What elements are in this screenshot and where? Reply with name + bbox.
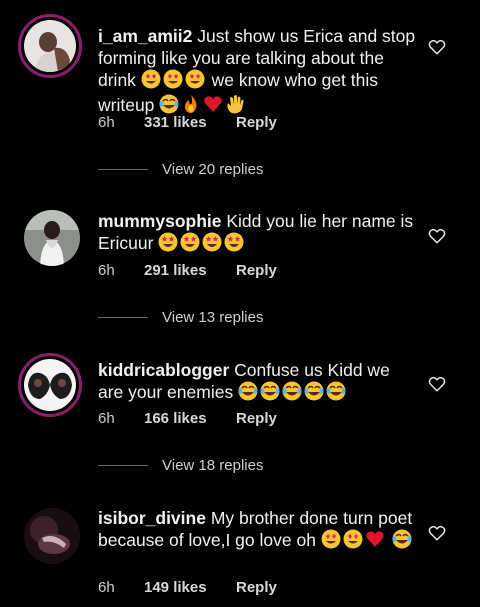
comment-time: 6h <box>98 114 115 131</box>
heart-eyes-emoji <box>141 69 207 94</box>
red-heart-emoji <box>366 531 384 547</box>
comment-time: 6h <box>98 410 115 427</box>
comment-meta: 6h 331 likes Reply <box>98 114 277 131</box>
view-replies-button[interactable]: View 13 replies <box>98 309 263 326</box>
avatar-image <box>24 20 76 72</box>
avatar-image <box>24 210 80 266</box>
tears-of-joy-emoji <box>238 381 348 406</box>
like-count[interactable]: 166 likes <box>144 410 236 427</box>
reply-button[interactable]: Reply <box>236 410 277 427</box>
comment-username[interactable]: isibor_divine <box>98 508 206 528</box>
avatar-image <box>24 508 80 564</box>
reply-button[interactable]: Reply <box>236 114 277 131</box>
view-replies-label: View 20 replies <box>162 161 264 178</box>
replies-divider <box>98 465 148 466</box>
heart-eyes-emoji <box>321 529 341 549</box>
reply-button[interactable]: Reply <box>236 262 277 279</box>
comment-text: kiddricablogger Confuse us Kidd we are y… <box>98 359 416 406</box>
comment-username[interactable]: mummysophie <box>98 211 222 231</box>
comment-meta: 6h 149 likes Reply <box>98 579 277 596</box>
star-struck-emoji <box>158 232 246 257</box>
like-count[interactable]: 149 likes <box>144 579 236 596</box>
comment-username[interactable]: i_am_amii2 <box>98 26 192 46</box>
reply-button[interactable]: Reply <box>236 579 277 596</box>
comment-text: i_am_amii2 Just show us Erica and stop f… <box>98 25 416 119</box>
heart-outline-icon[interactable] <box>428 227 446 245</box>
red-heart-emoji <box>204 96 222 112</box>
fire-emoji <box>185 95 197 113</box>
comment-time: 6h <box>98 262 115 279</box>
comment-meta: 6h 166 likes Reply <box>98 410 277 427</box>
comment-username[interactable]: kiddricablogger <box>98 360 229 380</box>
like-count[interactable]: 331 likes <box>144 114 236 131</box>
emoji-group <box>321 529 387 554</box>
comment-text: isibor_divine My brother done turn poet … <box>98 507 416 554</box>
heart-outline-icon[interactable] <box>428 38 446 56</box>
replies-divider <box>98 317 148 318</box>
avatar[interactable] <box>24 508 80 564</box>
heart-eyes-emoji <box>343 529 363 549</box>
comment-time: 6h <box>98 579 115 596</box>
tears-of-joy-emoji <box>159 94 179 114</box>
waving-hand-emoji <box>227 95 244 114</box>
view-replies-button[interactable]: View 20 replies <box>98 161 263 178</box>
avatar[interactable] <box>18 353 82 417</box>
avatar[interactable] <box>24 210 80 266</box>
view-replies-label: View 13 replies <box>162 309 264 326</box>
heart-outline-icon[interactable] <box>428 524 446 542</box>
tears-of-joy-emoji <box>392 529 412 554</box>
like-count[interactable]: 291 likes <box>144 262 236 279</box>
avatar-image <box>24 359 76 411</box>
replies-divider <box>98 169 148 170</box>
view-replies-label: View 18 replies <box>162 457 264 474</box>
comment-meta: 6h 291 likes Reply <box>98 262 277 279</box>
avatar[interactable] <box>18 14 82 78</box>
heart-outline-icon[interactable] <box>428 375 446 393</box>
view-replies-button[interactable]: View 18 replies <box>98 457 263 474</box>
comment-text: mummysophie Kidd you lie her name is Eri… <box>98 210 416 257</box>
